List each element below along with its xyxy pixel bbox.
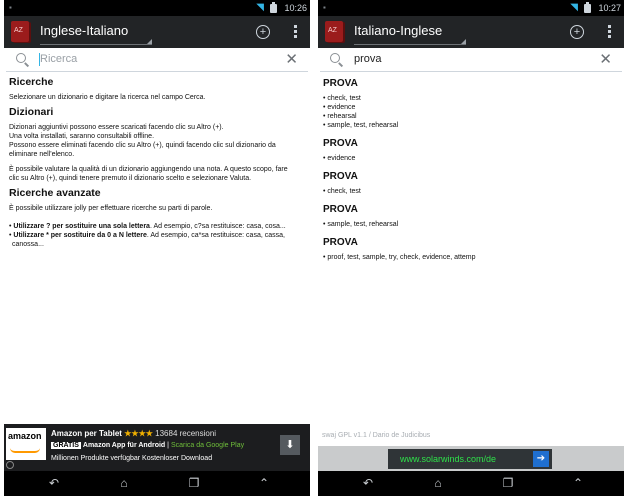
result-entry[interactable]: PROVA • check, test • evidence • rehears… bbox=[323, 79, 619, 130]
paragraph: È possibile utilizzare jolly per effettu… bbox=[9, 204, 305, 213]
add-circle-icon[interactable]: + bbox=[256, 25, 270, 39]
paragraph: È possibile valutare la qualità di un di… bbox=[9, 165, 305, 183]
ad-tagline: Millionen Produkte verfügbar Kostenloser… bbox=[51, 455, 213, 462]
overflow-menu-icon[interactable] bbox=[608, 25, 611, 40]
review-count: 13684 recensioni bbox=[155, 429, 217, 438]
definition: • evidence bbox=[323, 104, 356, 111]
result-entry[interactable]: PROVA • check, test bbox=[323, 172, 619, 196]
paragraph: Selezionare un dizionario e digitare la … bbox=[9, 93, 305, 102]
paragraph: Dizionari aggiuntivi possono essere scar… bbox=[9, 123, 305, 159]
wildcard-list: • Utilizzare ? per sostituire una sola l… bbox=[9, 222, 305, 249]
nav-bar: ↶ ⌂ ❐ ⌃ bbox=[4, 471, 310, 496]
text-line: È possibile utilizzare jolly per effettu… bbox=[9, 205, 213, 212]
status-bar: ▪ ◥ 10:27 bbox=[318, 0, 624, 16]
text-line: Selezionare un dizionario e digitare la … bbox=[9, 94, 206, 101]
action-bar: AZ Italiano-Inglese + bbox=[318, 16, 624, 48]
left-screen: ▪ ◥ 10:26 AZ Inglese-Italiano + Ricerca … bbox=[4, 0, 310, 496]
ad-subtitle: GRATIS Amazon App für Android | Scarica … bbox=[51, 442, 245, 449]
recent-apps-icon[interactable]: ❐ bbox=[184, 476, 204, 490]
arrow-right-icon[interactable]: ➔ bbox=[533, 451, 549, 467]
list-item: • Utilizzare * per sostituire da 0 a N l… bbox=[9, 232, 285, 239]
status-clock: 10:27 bbox=[598, 3, 621, 13]
text-line: Possono essere eliminati facendo clic su… bbox=[9, 142, 276, 149]
definition: • evidence bbox=[323, 155, 356, 162]
section-heading: Ricerche bbox=[9, 76, 54, 88]
text-line: clic su Altro (+), quindi tenere premuto… bbox=[9, 175, 252, 182]
definition: • proof, test, sample, try, check, evide… bbox=[323, 254, 476, 261]
add-circle-icon[interactable]: + bbox=[570, 25, 584, 39]
wifi-icon: ◥ bbox=[256, 2, 264, 13]
overflow-menu-icon[interactable] bbox=[294, 25, 297, 40]
definition: • check, test bbox=[323, 95, 361, 102]
search-bar: prova ✕ bbox=[320, 49, 622, 72]
definition: • check, test bbox=[323, 188, 361, 195]
ad-banner[interactable]: www.solarwinds.com/de ➔ bbox=[318, 446, 624, 472]
result-entry[interactable]: PROVA • sample, test, rehearsal bbox=[323, 205, 619, 229]
ad-url: www.solarwinds.com/de bbox=[400, 454, 497, 464]
back-icon[interactable]: ↶ bbox=[358, 476, 378, 490]
clear-icon[interactable]: ✕ bbox=[599, 50, 612, 68]
status-bar: ▪ ◥ 10:26 bbox=[4, 0, 310, 16]
ad-title: Amazon per Tablet ★★★★ 13684 recensioni bbox=[51, 429, 217, 438]
dictionary-title[interactable]: Italiano-Inglese bbox=[354, 23, 442, 38]
result-word: PROVA bbox=[323, 138, 358, 149]
download-icon[interactable]: ⬇ bbox=[280, 435, 300, 455]
definition: • sample, test, rehearsal bbox=[323, 221, 399, 228]
notification-icon: ▪ bbox=[9, 3, 12, 12]
result-word: PROVA bbox=[323, 171, 358, 182]
result-word: PROVA bbox=[323, 237, 358, 248]
definition: • rehearsal bbox=[323, 113, 357, 120]
section-heading: Ricerche avanzate bbox=[9, 187, 101, 199]
right-screen: ▪ ◥ 10:27 AZ Italiano-Inglese + prova ✕ … bbox=[318, 0, 624, 496]
list-item: • Utilizzare ? per sostituire una sola l… bbox=[9, 223, 286, 230]
nav-bar: ↶ ⌂ ❐ ⌃ bbox=[318, 471, 624, 496]
status-clock: 10:26 bbox=[284, 3, 307, 13]
home-icon[interactable]: ⌂ bbox=[114, 476, 134, 490]
dropdown-caret-icon[interactable] bbox=[354, 39, 466, 45]
text-line: Dizionari aggiuntivi possono essere scar… bbox=[9, 124, 224, 131]
search-input[interactable]: Ricerca bbox=[40, 53, 77, 65]
action-bar: AZ Inglese-Italiano + bbox=[4, 16, 310, 48]
result-word: PROVA bbox=[323, 78, 358, 89]
ad-banner[interactable]: amazon Amazon per Tablet ★★★★ 13684 rece… bbox=[4, 424, 310, 471]
section-heading: Dizionari bbox=[9, 106, 54, 118]
search-bar: Ricerca ✕ bbox=[6, 49, 308, 72]
list-item: canossa... bbox=[12, 241, 44, 248]
text-line: È possibile valutare la qualità di un di… bbox=[9, 166, 288, 173]
recent-apps-icon[interactable]: ❐ bbox=[498, 476, 518, 490]
chevron-up-icon[interactable]: ⌃ bbox=[568, 476, 588, 490]
result-entry[interactable]: PROVA • proof, test, sample, try, check,… bbox=[323, 238, 619, 262]
clear-icon[interactable]: ✕ bbox=[285, 50, 298, 68]
home-icon[interactable]: ⌂ bbox=[428, 476, 448, 490]
credit-text: swaj GPL v1.1 / Dario de Judicibus bbox=[322, 432, 431, 439]
search-input[interactable]: prova bbox=[354, 53, 382, 65]
ad-info-icon[interactable] bbox=[6, 461, 14, 469]
battery-icon bbox=[270, 2, 277, 13]
free-badge: GRATIS bbox=[51, 442, 81, 449]
notification-icon: ▪ bbox=[323, 3, 326, 12]
dropdown-caret-icon[interactable] bbox=[40, 39, 152, 45]
back-icon[interactable]: ↶ bbox=[44, 476, 64, 490]
rating-stars: ★★★★ bbox=[124, 429, 153, 438]
app-icon[interactable]: AZ bbox=[323, 20, 347, 44]
results-list: PROVA • check, test • evidence • rehears… bbox=[323, 74, 619, 262]
app-icon[interactable]: AZ bbox=[9, 20, 33, 44]
chevron-up-icon[interactable]: ⌃ bbox=[254, 476, 274, 490]
search-icon bbox=[16, 53, 26, 63]
amazon-logo: amazon bbox=[6, 428, 46, 460]
ad-url-banner[interactable]: www.solarwinds.com/de ➔ bbox=[388, 449, 552, 469]
result-word: PROVA bbox=[323, 204, 358, 215]
search-icon bbox=[330, 53, 340, 63]
text-line: eliminare nell'elenco. bbox=[9, 151, 75, 158]
definition: • sample, test, rehearsal bbox=[323, 122, 399, 129]
help-content: Ricerche Selezionare un dizionario e dig… bbox=[9, 74, 305, 255]
text-line: Una volta installati, saranno consultabi… bbox=[9, 133, 155, 140]
battery-icon bbox=[584, 2, 591, 13]
result-entry[interactable]: PROVA • evidence bbox=[323, 139, 619, 163]
wifi-icon: ◥ bbox=[570, 2, 578, 13]
dictionary-title[interactable]: Inglese-Italiano bbox=[40, 23, 128, 38]
